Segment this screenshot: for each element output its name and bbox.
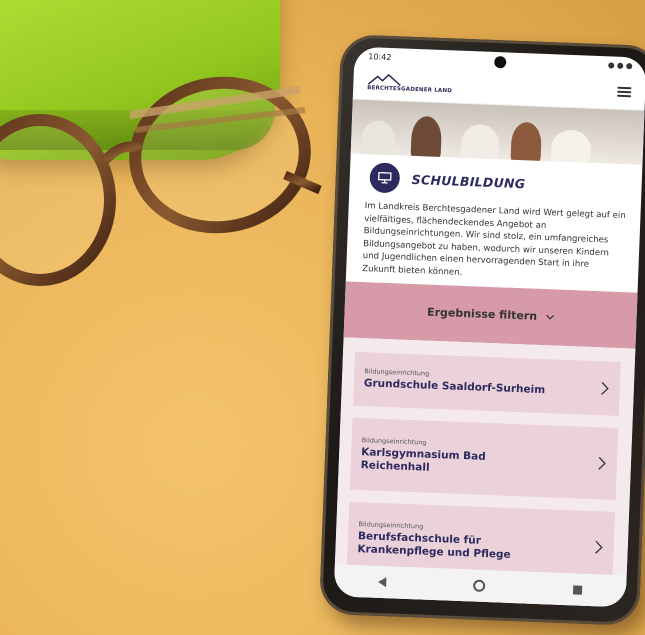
chevron-right-icon [598, 456, 606, 470]
photo-scene: 10:42 BERCHTESGADENER LAND SCHULBILDUNG … [0, 0, 645, 635]
back-icon[interactable] [377, 576, 387, 588]
item-title: Berufsfachschule für Krankenpflege und P… [357, 529, 511, 561]
home-icon[interactable] [473, 579, 486, 593]
battery-icon [626, 63, 633, 70]
signal-icon [608, 62, 615, 69]
chevron-right-icon [595, 540, 603, 554]
chevron-right-icon [601, 381, 609, 395]
list-item[interactable]: Bildungseinrichtung Karlsgymnasium Bad R… [349, 417, 619, 500]
list-item[interactable]: Bildungseinrichtung Grundschule Saaldorf… [353, 351, 621, 416]
intro-text: Im Landkreis Berchtesgadener Land wird W… [362, 201, 626, 278]
section-title: SCHULBILDUNG [411, 171, 526, 191]
wifi-icon [617, 62, 624, 69]
smartphone: 10:42 BERCHTESGADENER LAND SCHULBILDUNG … [318, 34, 645, 626]
logo[interactable]: BERCHTESGADENER LAND [367, 73, 452, 94]
hero-image [350, 99, 645, 165]
chevron-down-icon [545, 314, 554, 320]
status-icons [608, 62, 633, 70]
filter-label: Ergebnisse filtern [426, 305, 538, 323]
phone-screen: 10:42 BERCHTESGADENER LAND SCHULBILDUNG … [333, 46, 645, 608]
hamburger-menu-icon[interactable] [617, 86, 632, 98]
logo-text: BERCHTESGADENER LAND [367, 85, 453, 95]
status-time: 10:42 [368, 51, 392, 62]
presentation-board-icon [369, 162, 401, 194]
recent-apps-icon[interactable] [573, 584, 583, 595]
item-title: Karlsgymnasium Bad Reichenhall [360, 445, 487, 474]
eyeglasses [0, 76, 322, 286]
